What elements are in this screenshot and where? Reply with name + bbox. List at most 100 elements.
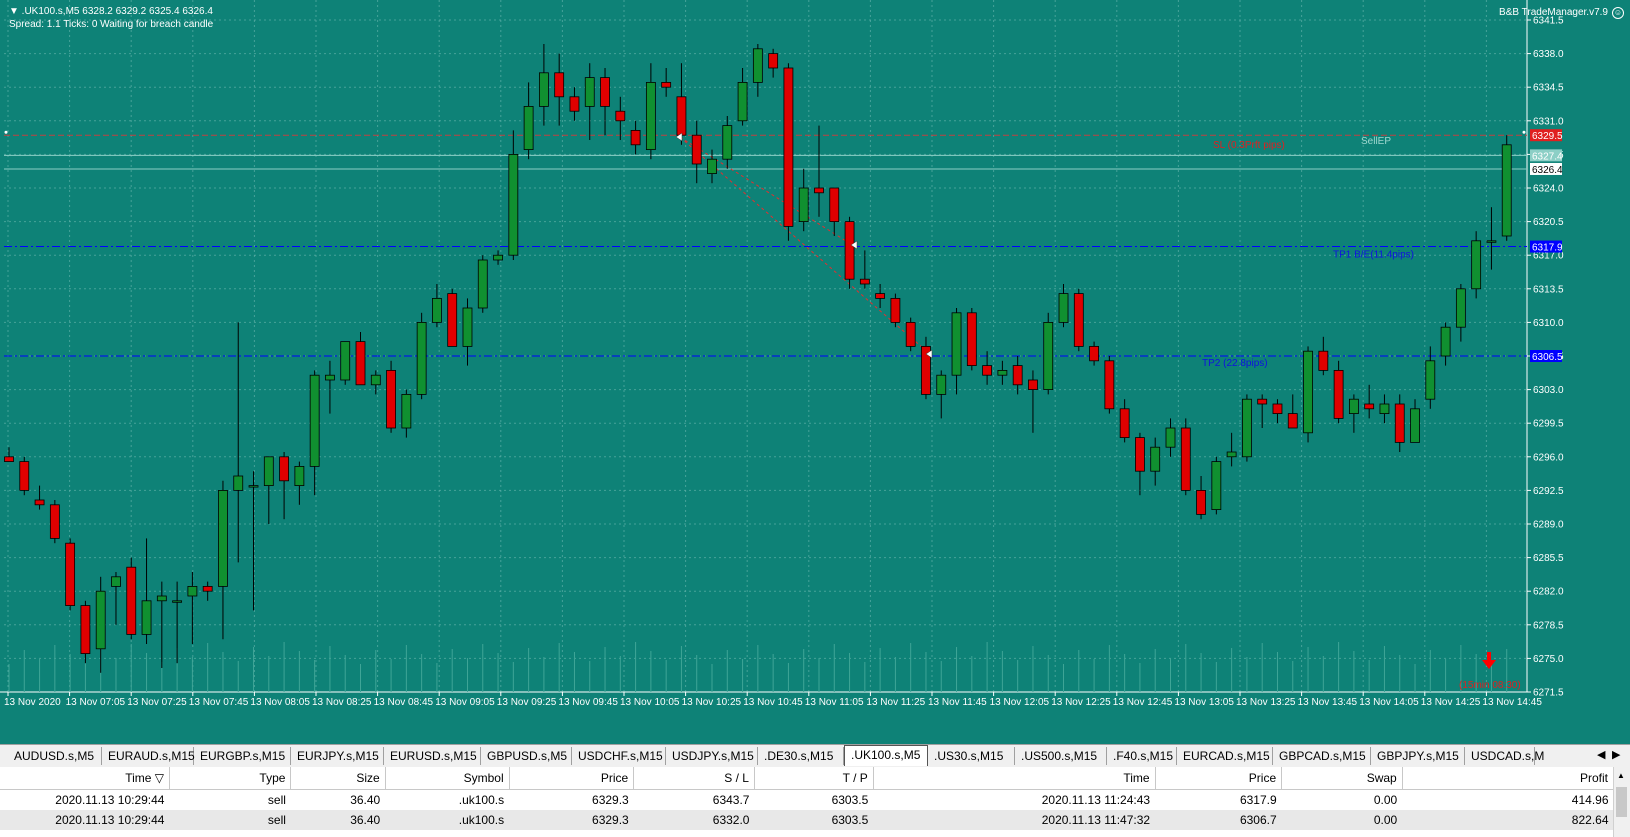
tab-euraud-s-m15[interactable]: EURAUD.s,M15 xyxy=(102,747,195,765)
x-tick-label: 13 Nov 13:25 xyxy=(1236,697,1296,708)
candle xyxy=(584,63,595,140)
tab-gbpjpy-s-m15[interactable]: GBPJPY.s,M15 xyxy=(1371,747,1465,765)
column-header[interactable]: Time xyxy=(873,767,1156,790)
candle-body xyxy=(875,293,886,299)
tab-de30-s-m15[interactable]: .DE30.s,M15 xyxy=(758,747,844,765)
candle xyxy=(111,572,121,625)
x-tick-label: 13 Nov 07:05 xyxy=(66,697,126,708)
candle-body xyxy=(890,297,901,323)
candle xyxy=(1196,476,1206,520)
y-tick-label: 6289.0 xyxy=(1533,520,1564,531)
trade-table-header: Time ▽ Type Size Symbol Price S / LT / P Time P… xyxy=(0,767,1615,790)
candle xyxy=(569,87,580,121)
vertical-scrollbar[interactable]: ▲ xyxy=(1613,767,1630,837)
candle xyxy=(1501,135,1512,241)
tab-audusd-s-m5[interactable]: AUDUSD.s,M5 xyxy=(8,747,102,765)
table-cell: .uk100.s xyxy=(385,810,510,830)
candle xyxy=(1242,394,1252,462)
candle xyxy=(508,130,519,260)
candle-body xyxy=(447,293,458,347)
candle xyxy=(172,581,183,664)
y-tick-label: 6275.0 xyxy=(1533,654,1564,665)
candle-body xyxy=(477,259,488,309)
tab-eurjpy-s-m15[interactable]: EURJPY.s,M15 xyxy=(291,747,384,765)
candle-body xyxy=(248,485,259,488)
candle-body xyxy=(4,456,14,462)
candle-body xyxy=(416,321,427,395)
candle-body xyxy=(1440,326,1451,357)
candle xyxy=(921,336,931,400)
x-tick-label: 13 Nov 09:45 xyxy=(558,697,618,708)
column-header[interactable]: Time ▽ xyxy=(0,767,170,790)
candle-body xyxy=(523,106,534,151)
tab-eurgbp-s-m15[interactable]: EURGBP.s,M15 xyxy=(194,747,291,765)
tab-f40-s-m15[interactable]: .F40.s,M15 xyxy=(1107,747,1177,765)
y-tick-label: 6313.5 xyxy=(1533,284,1564,295)
candle-body xyxy=(279,456,289,482)
tab-uk100-s-m5[interactable]: .UK100.s,M5 xyxy=(844,745,928,766)
table-cell: 6343.7 xyxy=(712,793,750,807)
x-tick-label: 13 Nov 14:05 xyxy=(1359,697,1419,708)
table-cell: 2020.11.13 10:29:44 xyxy=(0,810,170,830)
tab-us500-s-m15[interactable]: .US500.s,M15 xyxy=(1015,747,1107,765)
candle-body xyxy=(538,72,549,107)
table-cell: 36.40 xyxy=(290,810,386,830)
candle xyxy=(202,581,213,601)
candle xyxy=(493,250,503,265)
y-tick-label: 6303.0 xyxy=(1533,385,1564,396)
tab-usdjpy-s-m15[interactable]: USDJPY.s,M15 xyxy=(666,747,758,765)
column-header[interactable]: T / P xyxy=(754,767,874,790)
candle-body xyxy=(814,187,824,194)
chart-area[interactable]: 6341.56338.06334.56331.06327.56324.06320… xyxy=(0,0,1630,744)
candle xyxy=(340,341,351,385)
column-header[interactable]: Price xyxy=(1155,767,1283,790)
candle-body xyxy=(676,96,687,136)
x-tick-label: 13 Nov 07:25 xyxy=(127,697,187,708)
candle xyxy=(997,360,1008,385)
candle xyxy=(661,68,672,97)
scroll-thumb[interactable] xyxy=(1616,787,1627,817)
column-header[interactable]: Symbol xyxy=(385,767,510,790)
price-chart[interactable]: 6341.56338.06334.56331.06327.56324.06320… xyxy=(0,0,1630,744)
candle-body xyxy=(233,475,244,491)
candle xyxy=(645,63,656,160)
x-tick-label: 13 Nov 13:45 xyxy=(1298,697,1358,708)
tab-eurcad-s-m15[interactable]: EURCAD.s,M15 xyxy=(1177,747,1273,765)
candle-body xyxy=(1303,350,1313,434)
candle-body xyxy=(1379,403,1390,415)
x-tick-label: 13 Nov 10:05 xyxy=(620,697,680,708)
candle xyxy=(80,600,91,664)
y-tick-label: 6292.5 xyxy=(1533,486,1564,497)
column-header[interactable]: Swap xyxy=(1281,767,1403,790)
table-row[interactable]: 2020.11.13 10:29:44 sell 36.40 .uk100.s 6329… xyxy=(0,810,1614,830)
candle xyxy=(554,53,565,126)
candle xyxy=(309,370,320,496)
tab-gbpcad-s-m15[interactable]: GBPCAD.s,M15 xyxy=(1273,747,1371,765)
tab-scroll-right-icon[interactable]: ▶ xyxy=(1612,748,1620,761)
y-tick-label: 6334.5 xyxy=(1533,83,1564,94)
tab-usdchf-s-m15[interactable]: USDCHF.s,M15 xyxy=(572,747,666,765)
candle xyxy=(95,576,106,673)
symbol-quote-line: ▼ .UK100.s,M5 6328.2 6329.2 6325.4 6326.… xyxy=(9,6,213,17)
smiley-icon[interactable]: ☺ xyxy=(1612,7,1624,19)
column-header[interactable]: S / L xyxy=(633,767,755,790)
table-row[interactable]: 2020.11.13 10:29:44 sell 36.40 .uk100.s 6329… xyxy=(0,790,1614,811)
tab-scroll-left-icon[interactable]: ◀ xyxy=(1597,748,1605,761)
scroll-up-icon[interactable]: ▲ xyxy=(1617,771,1625,780)
column-header[interactable]: Type xyxy=(169,767,292,790)
candle xyxy=(1089,341,1099,366)
column-header[interactable]: Price xyxy=(509,767,635,790)
candle-body xyxy=(325,374,335,381)
tab-eurusd-s-m15[interactable]: EURUSD.s,M15 xyxy=(384,747,481,765)
candle-body xyxy=(1364,403,1375,410)
tab-us30-s-m15[interactable]: .US30.s,M15 xyxy=(928,747,1015,765)
candle-body xyxy=(1257,398,1268,405)
candle-body xyxy=(493,254,503,261)
candle-body xyxy=(1486,240,1497,243)
column-header[interactable]: Profit xyxy=(1402,767,1615,790)
table-cell: 6332.0 xyxy=(633,810,755,830)
tab-usdcad-s-m[interactable]: USDCAD.s,M xyxy=(1465,747,1544,765)
tab-gbpusd-s-m5[interactable]: GBPUSD.s,M5 xyxy=(481,747,572,765)
column-header[interactable]: Size xyxy=(290,767,386,790)
candle-body xyxy=(34,499,45,506)
